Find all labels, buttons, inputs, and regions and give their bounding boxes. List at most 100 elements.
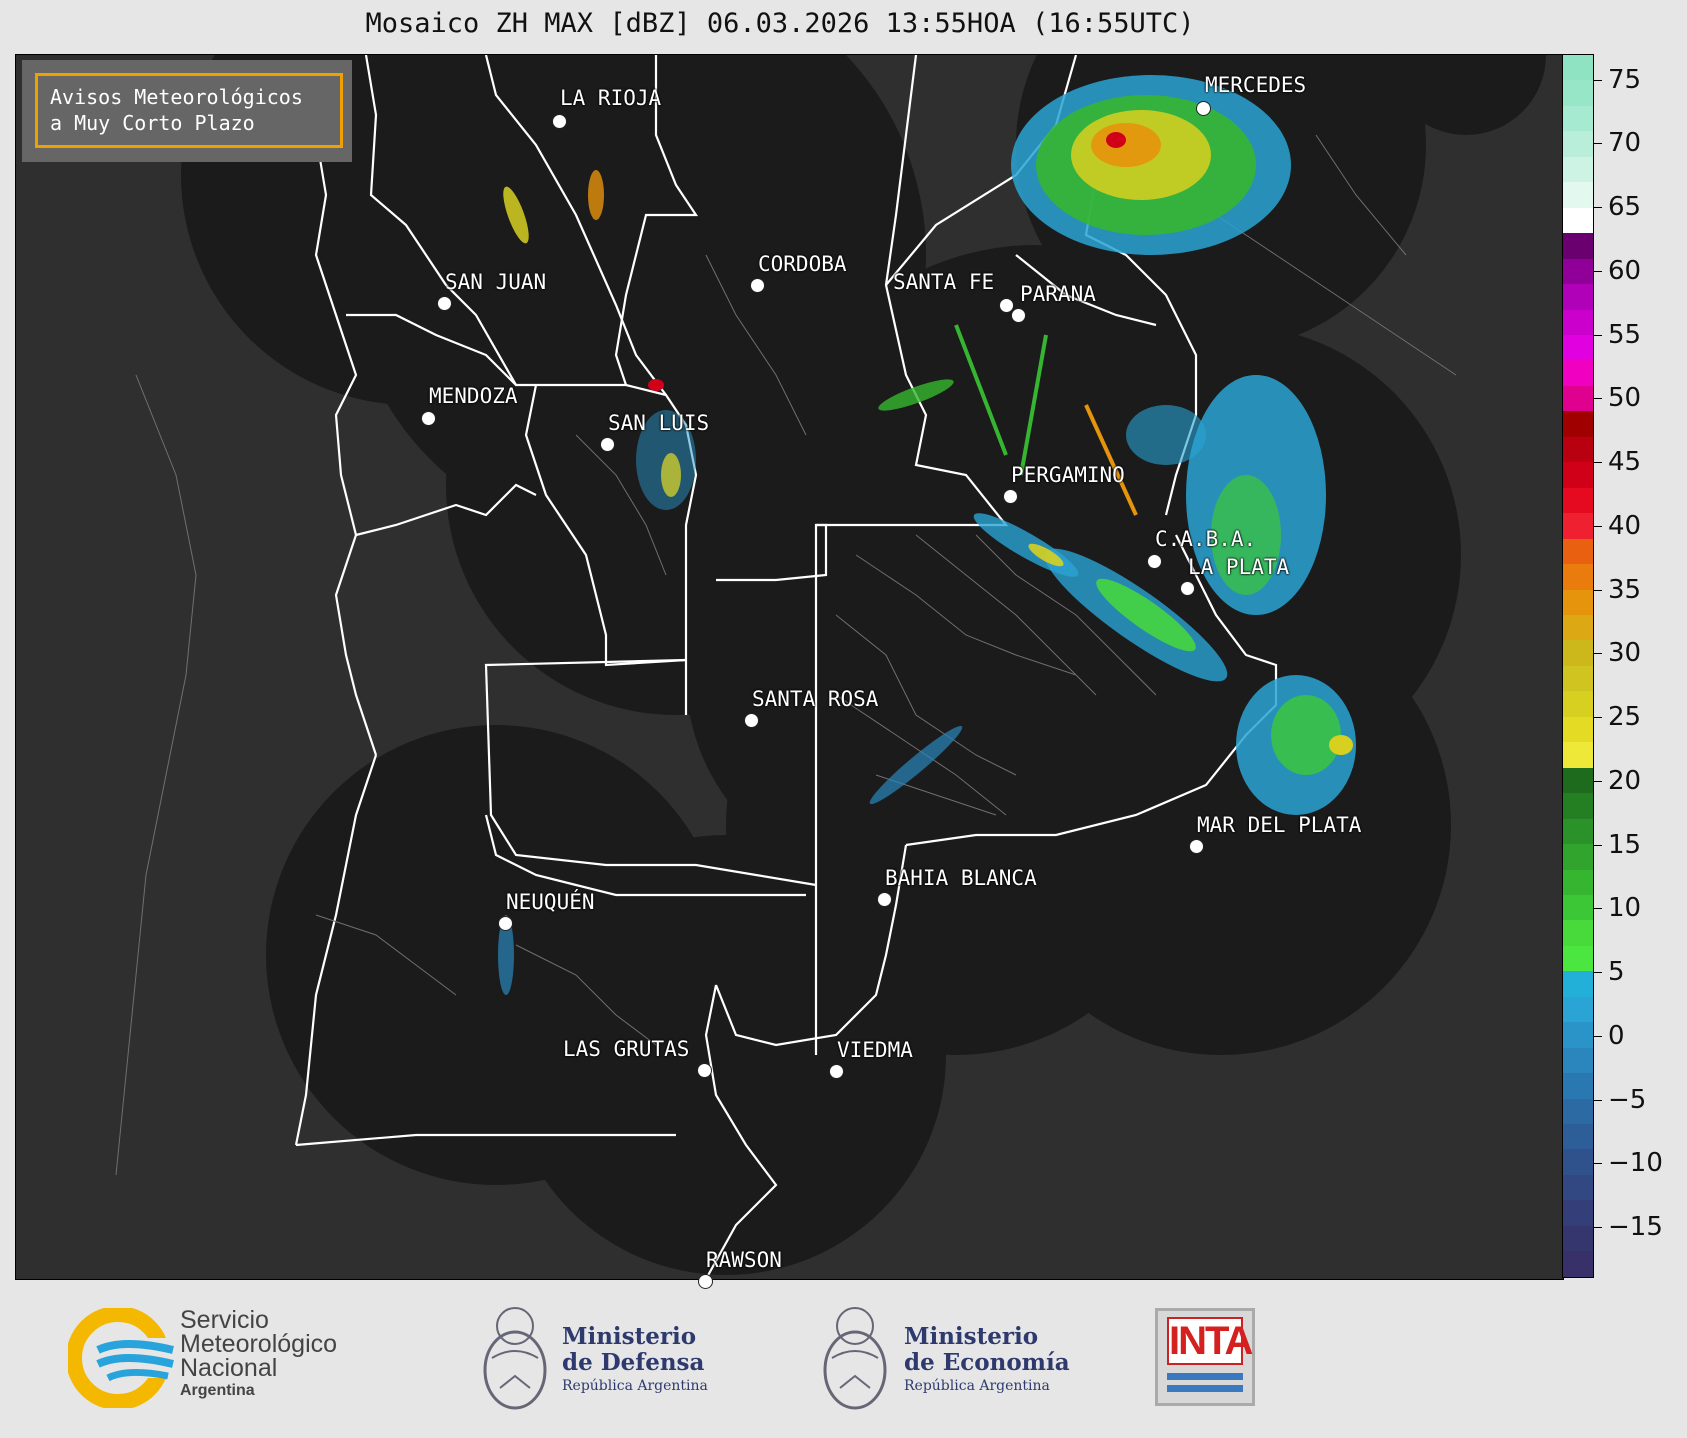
colorbar-segment <box>1563 487 1593 514</box>
city-label-santa-rosa: SANTA ROSA <box>752 687 879 711</box>
colorbar-segment <box>1563 105 1593 132</box>
radar-coverage <box>181 55 1546 1275</box>
colorbar-segment <box>1563 869 1593 895</box>
colorbar-segment <box>1563 411 1593 437</box>
colorbar-segment <box>1563 1251 1593 1277</box>
colorbar-segment <box>1563 844 1593 870</box>
city-marker-mercedes <box>1196 101 1211 116</box>
colorbar-tick <box>1594 462 1602 463</box>
inta-wordmark: INTA <box>1167 1317 1253 1365</box>
colorbar-segment <box>1563 385 1593 412</box>
colorbar-tick-label: −5 <box>1608 1084 1647 1115</box>
colorbar-segment <box>1563 513 1593 539</box>
colorbar-segment <box>1563 258 1593 285</box>
colorbar-segment <box>1563 80 1593 106</box>
colorbar-tick-label: 0 <box>1608 1020 1625 1051</box>
colorbar-tick <box>1594 1227 1602 1228</box>
city-marker-san-juan <box>437 296 452 311</box>
colorbar-segment <box>1563 1200 1593 1226</box>
city-label-rawson: RAWSON <box>706 1248 782 1272</box>
colorbar-segment <box>1563 309 1593 335</box>
colorbar-segment <box>1563 131 1593 157</box>
city-marker-mar-del-plata <box>1189 839 1204 854</box>
colorbar-tick-label: 50 <box>1608 383 1642 414</box>
city-label-las-grutas: LAS GRUTAS <box>563 1037 690 1061</box>
colorbar-tick <box>1594 1163 1602 1165</box>
footer-logos: Servicio Meteorológico Nacional Argentin… <box>0 1284 1687 1438</box>
city-marker-santa-rosa <box>744 713 759 728</box>
inta-logo: INTA <box>1155 1308 1255 1406</box>
colorbar-tick <box>1594 780 1602 782</box>
colorbar-segment <box>1563 1174 1593 1201</box>
warnings-link[interactable]: Avisos Meteorológicos a Muy Corto Plazo <box>35 73 343 148</box>
colorbar-tick <box>1594 525 1602 527</box>
colorbar-segment <box>1563 742 1593 768</box>
map-canvas <box>115 55 1546 1279</box>
colorbar-segment <box>1563 1022 1593 1048</box>
colorbar-tick <box>1594 844 1602 846</box>
city-marker-parana <box>1011 308 1026 323</box>
colorbar-segment <box>1563 971 1593 997</box>
city-label-parana: PARANA <box>1020 282 1096 306</box>
colorbar-segment <box>1563 665 1593 692</box>
inta-bar-1 <box>1167 1373 1243 1380</box>
colorbar-segment <box>1563 1149 1593 1175</box>
map-title: Mosaico ZH MAX [dBZ] 06.03.2026 13:55HOA… <box>365 8 1195 39</box>
colorbar-tick-label: 55 <box>1608 319 1642 350</box>
city-marker-caba <box>1147 554 1162 569</box>
colorbar-segment <box>1563 156 1593 183</box>
colorbar-tick <box>1594 1099 1602 1101</box>
warnings-box[interactable]: Avisos Meteorológicos a Muy Corto Plazo <box>22 60 352 162</box>
city-label-viedma: VIEDMA <box>837 1038 913 1062</box>
colorbar-segment <box>1563 1047 1593 1074</box>
colorbar-segment <box>1563 614 1593 641</box>
economia-seal-icon <box>820 1298 890 1413</box>
city-label-la-rioja: LA RIOJA <box>560 86 662 110</box>
colorbar-tick <box>1594 972 1602 973</box>
city-label-san-luis: SAN LUIS <box>608 411 710 435</box>
economia-wordmark: Ministerio de Economía República Argenti… <box>904 1323 1070 1395</box>
colorbar-segment <box>1563 996 1593 1023</box>
smn-logo <box>66 1306 178 1410</box>
colorbar-segment <box>1563 55 1593 81</box>
city-label-santa-fe: SANTA FE <box>893 270 995 294</box>
colorbar-tick-label: 25 <box>1608 702 1642 732</box>
colorbar-tick-label: 65 <box>1608 192 1642 222</box>
colorbar-segment <box>1563 793 1593 819</box>
city-label-cordoba: CORDOBA <box>758 252 847 276</box>
colorbar-tick-label: 70 <box>1608 128 1642 159</box>
colorbar-tick <box>1594 79 1602 81</box>
city-label-san-juan: SAN JUAN <box>445 270 547 294</box>
colorbar-segment <box>1563 436 1593 463</box>
city-label-mar-del-plata: MAR DEL PLATA <box>1197 813 1362 837</box>
city-label-mercedes: MERCEDES <box>1205 73 1307 97</box>
colorbar-tick <box>1594 1035 1602 1037</box>
city-marker-las-grutas <box>697 1063 712 1078</box>
colorbar-segment <box>1563 920 1593 946</box>
colorbar-tick-label: 15 <box>1608 829 1642 860</box>
city-label-pergamino: PERGAMINO <box>1011 463 1125 487</box>
colorbar-tick <box>1594 270 1602 272</box>
colorbar-tick-label: 20 <box>1608 765 1642 796</box>
colorbar-tick-label: 30 <box>1608 638 1642 669</box>
colorbar-segment <box>1563 1124 1593 1150</box>
city-marker-san-luis <box>600 437 615 452</box>
warnings-line-1: Avisos Meteorológicos <box>50 85 303 109</box>
colorbar-tick-label: 5 <box>1608 957 1625 987</box>
colorbar-tick <box>1594 589 1602 591</box>
radar-map[interactable] <box>15 54 1564 1280</box>
city-marker-mendoza <box>421 411 436 426</box>
colorbar-segment <box>1563 894 1593 921</box>
colorbar-tick <box>1594 717 1602 718</box>
smn-wordmark: Servicio Meteorológico Nacional Argentin… <box>180 1306 338 1400</box>
colorbar-segment <box>1563 182 1593 208</box>
colorbar-tick <box>1594 653 1602 655</box>
dbz-colorbar <box>1562 54 1594 1278</box>
colorbar-segment <box>1563 538 1593 565</box>
colorbar-segment <box>1563 716 1593 743</box>
colorbar-tick-label: 75 <box>1608 64 1642 95</box>
colorbar-segment <box>1563 640 1593 666</box>
inta-bar-2 <box>1167 1385 1243 1392</box>
colorbar-tick <box>1594 334 1602 336</box>
colorbar-segment <box>1563 691 1593 717</box>
